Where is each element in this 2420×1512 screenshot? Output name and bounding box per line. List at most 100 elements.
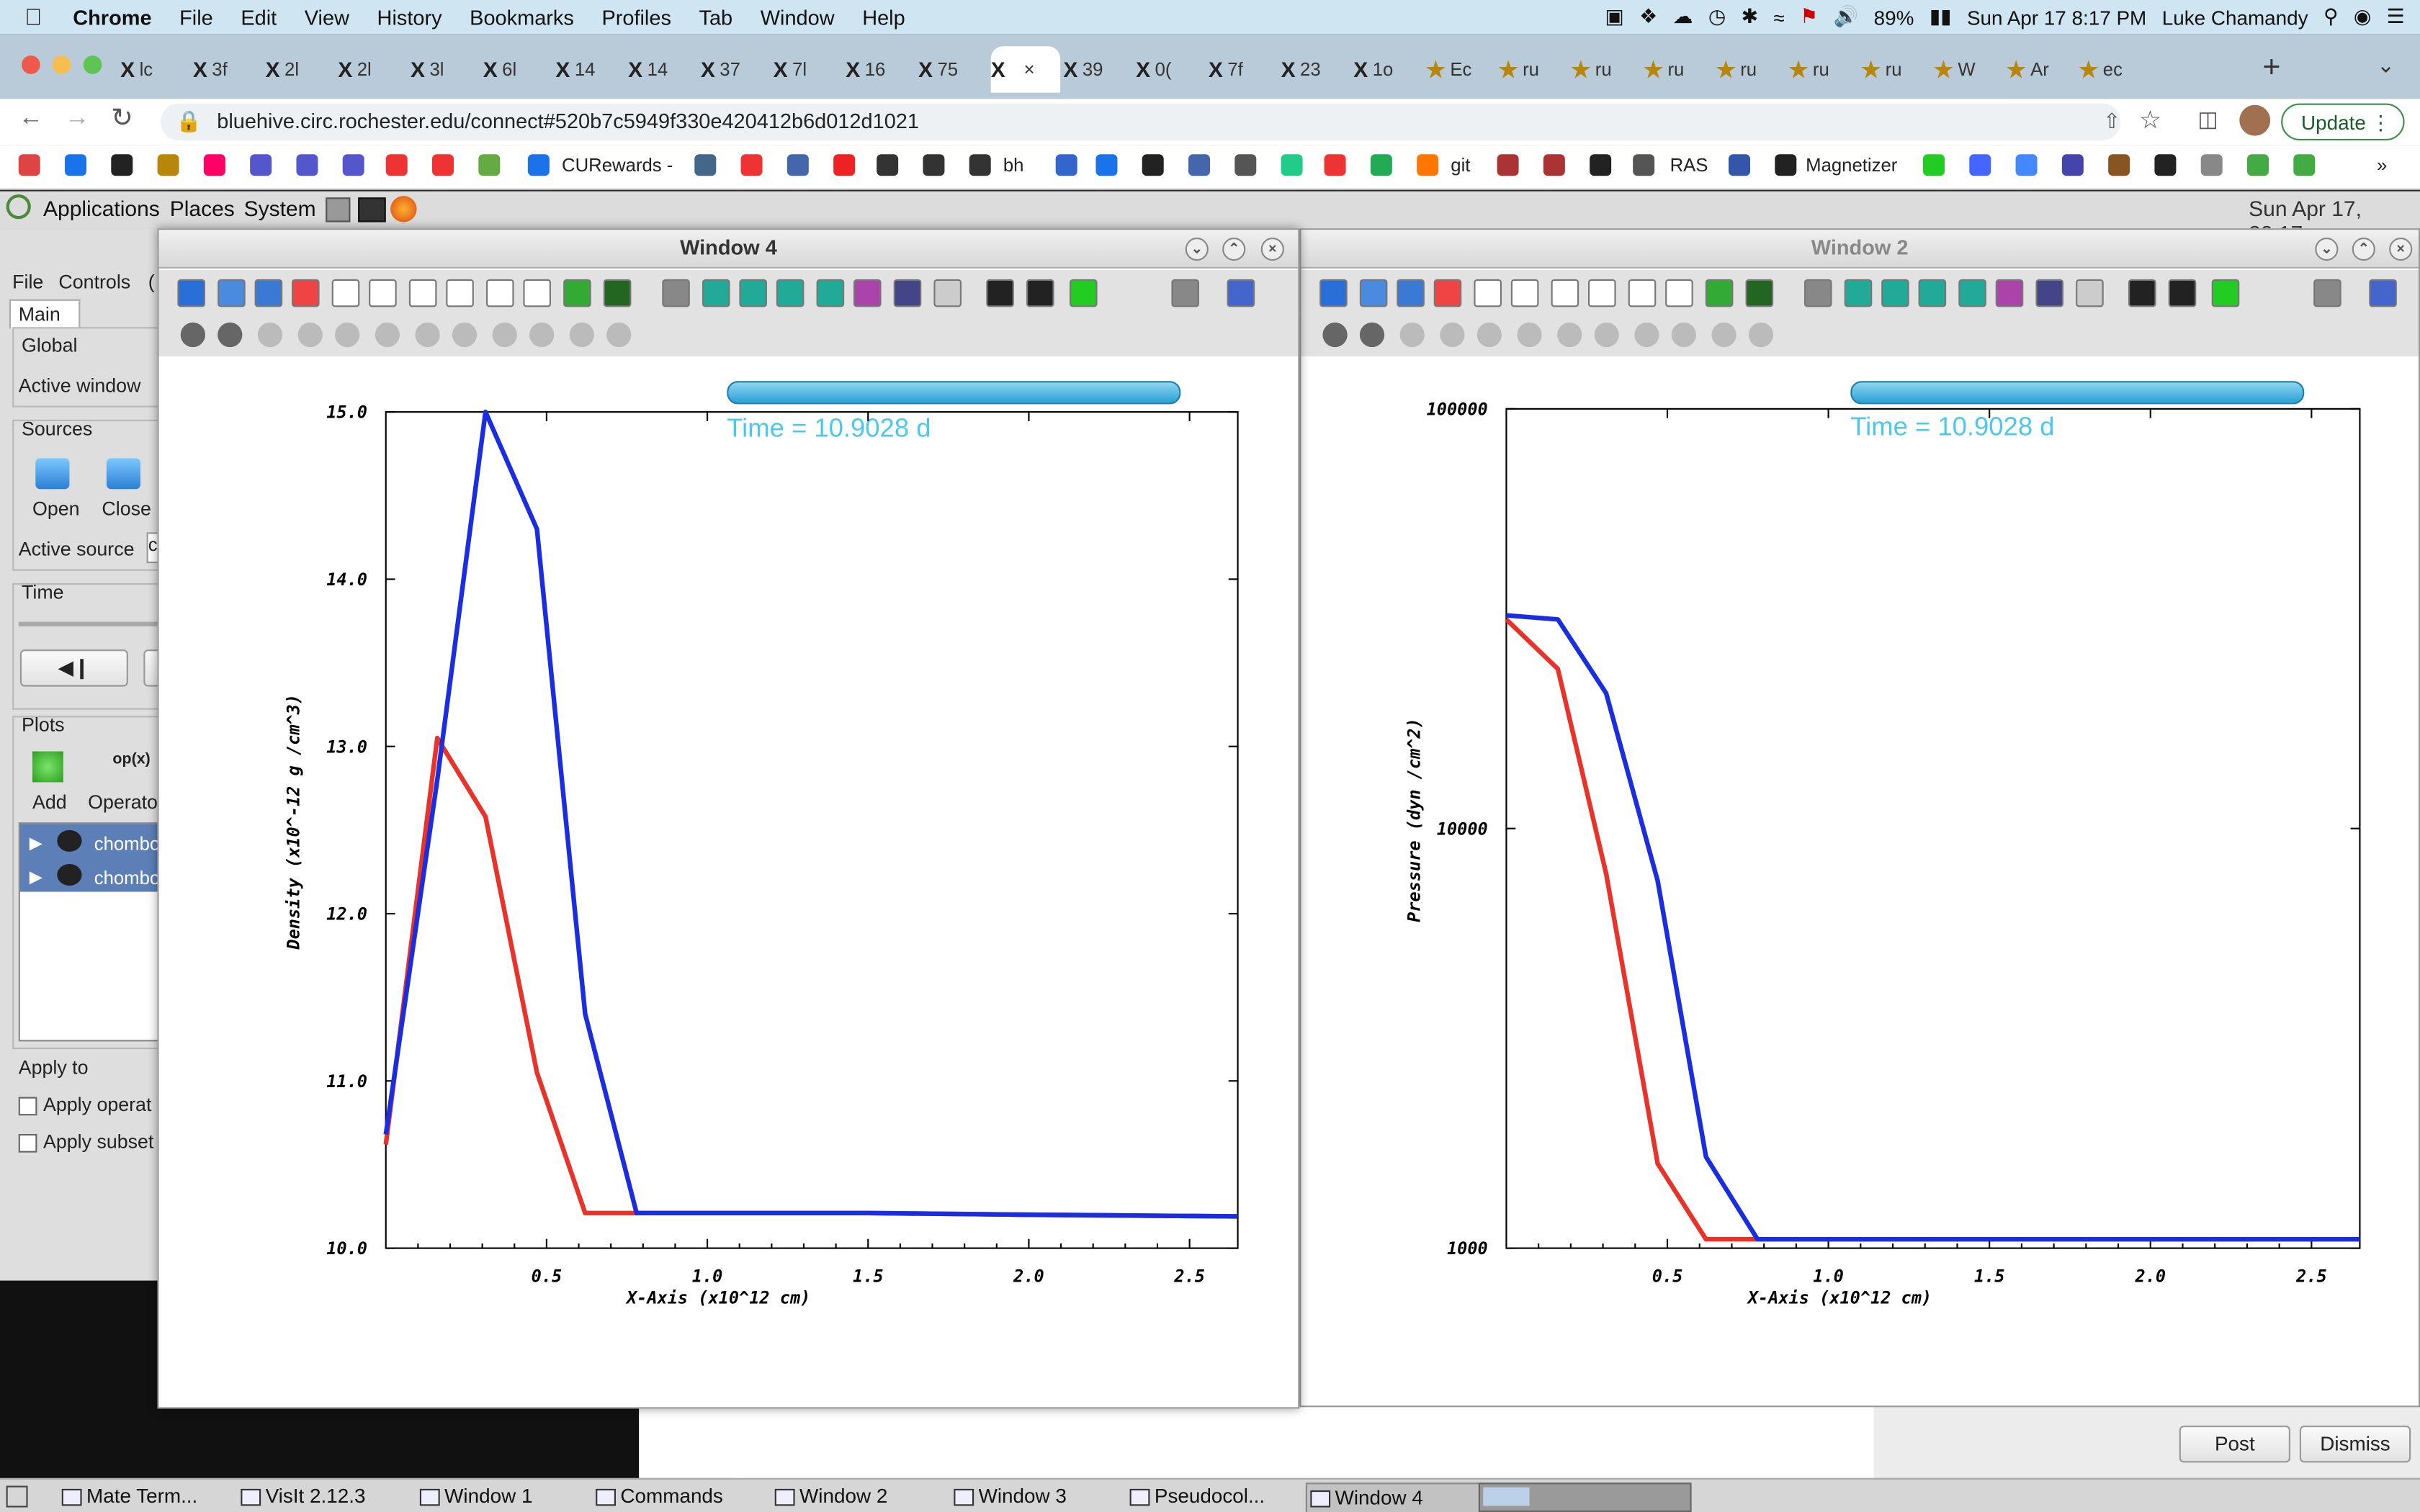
viz-toolbar-icon[interactable] xyxy=(1026,279,1054,307)
time-slider[interactable] xyxy=(18,621,174,626)
operators-icon[interactable]: op(x) xyxy=(112,752,150,769)
interaction-mode-icon[interactable] xyxy=(1476,322,1502,348)
browser-tab[interactable]: ★ Ar xyxy=(2007,46,2076,92)
viz-toolbar-icon[interactable] xyxy=(1588,279,1616,307)
interaction-mode-icon[interactable] xyxy=(257,322,283,348)
viz-toolbar-icon[interactable] xyxy=(662,279,690,307)
viz-toolbar-icon[interactable] xyxy=(1319,279,1348,307)
workspace-switcher[interactable] xyxy=(1478,1482,1692,1512)
bookmark-favicon-icon[interactable] xyxy=(1969,154,1991,176)
interaction-mode-icon[interactable] xyxy=(375,322,400,348)
menu-profiles[interactable]: Profiles xyxy=(601,6,671,29)
cloud-icon[interactable]: ☁ xyxy=(1673,4,1693,29)
browser-tab[interactable]: ★ ec xyxy=(2079,46,2148,92)
bookmark-favicon-icon[interactable] xyxy=(111,154,133,176)
bookmark-favicon-icon[interactable] xyxy=(18,154,40,176)
viz-toolbar-icon[interactable] xyxy=(1918,279,1947,307)
viz-toolbar-icon[interactable] xyxy=(2168,279,2197,307)
viz-toolbar-icon[interactable] xyxy=(933,279,962,307)
viz-toolbar-icon[interactable] xyxy=(739,279,767,307)
window-2-close-icon[interactable]: × xyxy=(2389,238,2413,261)
task-visit[interactable]: VisIt 2.12.3 xyxy=(238,1482,365,1511)
bookmark-favicon-icon[interactable] xyxy=(478,154,501,176)
interaction-mode-icon[interactable] xyxy=(335,322,360,348)
battery-icon[interactable]: ▮▮ xyxy=(1930,4,1952,29)
bookmark-favicon-icon[interactable] xyxy=(1590,154,1612,176)
browser-tab[interactable]: X 39 xyxy=(1063,46,1132,92)
menu-app-name[interactable]: Chrome xyxy=(73,6,151,29)
bookmark-favicon-icon[interactable] xyxy=(1370,154,1392,176)
browser-tab[interactable]: X 7f xyxy=(1209,46,1278,92)
step-back-button[interactable]: ◀❙ xyxy=(19,649,128,687)
bookmark-favicon-icon[interactable] xyxy=(2293,154,2316,176)
volume-icon[interactable]: 🔊 xyxy=(1834,4,1859,29)
open-database-icon[interactable] xyxy=(35,458,70,490)
window-2-maximize-icon[interactable]: ⌃ xyxy=(2352,238,2375,261)
viz-toolbar-icon[interactable] xyxy=(2076,279,2104,307)
bookmark-favicon-icon[interactable] xyxy=(1633,154,1655,176)
viz-toolbar-icon[interactable] xyxy=(1359,279,1388,307)
bookmark-magnetizer[interactable]: Magnetizer xyxy=(1806,154,1897,176)
close-tab-icon[interactable]: × xyxy=(1023,58,1034,80)
viz-toolbar-icon[interactable] xyxy=(1474,279,1502,307)
viz-toolbar-icon[interactable] xyxy=(408,279,437,307)
bookmark-favicon-icon[interactable] xyxy=(694,154,717,176)
browser-tab[interactable]: X 2l xyxy=(338,46,407,92)
spotlight-icon[interactable]: ⚲ xyxy=(2323,4,2338,29)
task-window-4[interactable]: Window 4 xyxy=(1305,1482,1485,1512)
apple-icon[interactable]:  xyxy=(24,4,42,30)
browser-tab[interactable]: ★ ru xyxy=(1861,46,1930,92)
terminal-icon[interactable] xyxy=(358,197,386,222)
flag-icon[interactable]: ⚑ xyxy=(1800,4,1818,29)
menu-tab[interactable]: Tab xyxy=(699,6,732,29)
task-window-1[interactable]: Window 1 xyxy=(417,1482,532,1511)
firefox-icon[interactable] xyxy=(390,196,417,222)
bookmark-favicon-icon[interactable] xyxy=(1234,154,1257,176)
browser-tab[interactable]: Xlc xyxy=(120,46,189,92)
bookmark-favicon-icon[interactable] xyxy=(1417,154,1439,176)
viz-toolbar-icon[interactable] xyxy=(2035,279,2063,307)
sidebar-icon[interactable]: ◫ xyxy=(2197,107,2218,132)
viz-toolbar-icon[interactable] xyxy=(369,279,397,307)
viz-toolbar-icon[interactable] xyxy=(218,279,246,307)
interaction-mode-icon[interactable] xyxy=(218,322,243,348)
browser-tab[interactable]: X 2l xyxy=(266,46,335,92)
menu-bookmarks[interactable]: Bookmarks xyxy=(470,6,574,29)
menu-edit[interactable]: Edit xyxy=(241,6,277,29)
apply-operators-checkbox[interactable] xyxy=(18,1097,37,1116)
viz-toolbar-icon[interactable] xyxy=(776,279,805,307)
viz-toolbar-icon[interactable] xyxy=(1227,279,1255,307)
viz-toolbar-icon[interactable] xyxy=(1628,279,1657,307)
interaction-mode-icon[interactable] xyxy=(529,322,555,348)
bookmark-curewards[interactable]: CURewards - xyxy=(562,154,673,176)
bookmark-favicon-icon[interactable] xyxy=(296,154,318,176)
plot-item[interactable]: chombo xyxy=(94,867,161,888)
interaction-mode-icon[interactable] xyxy=(1440,322,1465,348)
menu-view[interactable]: View xyxy=(305,6,349,29)
interaction-mode-icon[interactable] xyxy=(492,322,517,348)
bookmark-favicon-icon[interactable] xyxy=(1923,154,1945,176)
bookmark-favicon-icon[interactable] xyxy=(385,154,408,176)
viz-toolbar-icon[interactable] xyxy=(1705,279,1734,307)
bookmark-favicon-icon[interactable] xyxy=(1543,154,1565,176)
task-mate-terminal[interactable]: Mate Term... xyxy=(58,1482,197,1511)
menu-system[interactable]: System xyxy=(244,196,316,220)
operators-button[interactable]: Operato xyxy=(88,791,158,813)
bookmark-favicon-icon[interactable] xyxy=(342,154,364,176)
viz-toolbar-icon[interactable] xyxy=(816,279,845,307)
bookmark-favicon-icon[interactable] xyxy=(2200,154,2223,176)
interaction-mode-icon[interactable] xyxy=(1517,322,1542,348)
menubar-datetime[interactable]: Sun Apr 17 8:17 PM xyxy=(1967,6,2146,29)
browser-tab[interactable]: ★ ru xyxy=(1789,46,1858,92)
window-4-minimize-icon[interactable]: ⌄ xyxy=(1185,238,1209,261)
window-2-titlebar[interactable]: Window 2 ⌄ ⌃ × xyxy=(1301,230,2419,269)
viz-toolbar-icon[interactable] xyxy=(1433,279,1462,307)
viz-toolbar-icon[interactable] xyxy=(1745,279,1774,307)
bookmark-favicon-icon[interactable] xyxy=(786,154,809,176)
interaction-mode-icon[interactable] xyxy=(1748,322,1774,348)
viz-toolbar-icon[interactable] xyxy=(1844,279,1873,307)
viz-toolbar-icon[interactable] xyxy=(603,279,632,307)
browser-tab[interactable]: X 3f xyxy=(193,46,262,92)
bookmark-favicon-icon[interactable] xyxy=(2108,154,2130,176)
viz-toolbar-icon[interactable] xyxy=(523,279,551,307)
